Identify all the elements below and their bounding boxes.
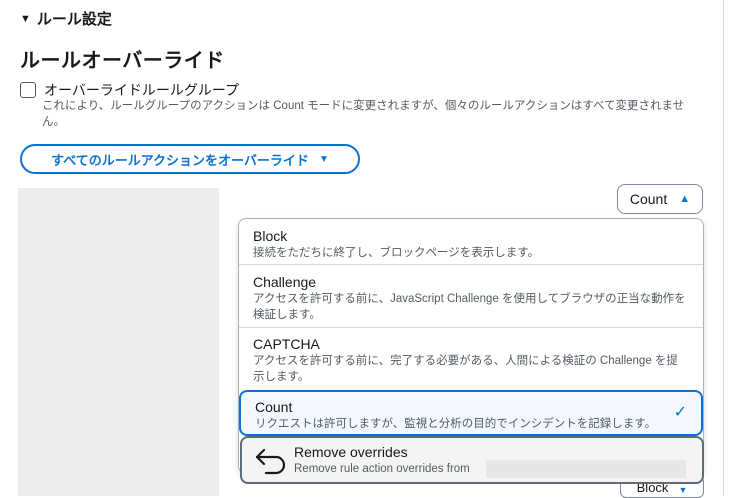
section-title: ルール設定 — [36, 11, 112, 28]
triangle-down-icon: ▼ — [318, 153, 329, 165]
option-description: リクエストは許可しますが、監視と分析の目的でインシデントを記録します。 — [255, 418, 657, 430]
action-select[interactable]: Count ▲ — [617, 184, 703, 214]
option-description: 接続をただちに終了し、ブロックページを表示します。 — [253, 247, 540, 259]
override-rule-group-checkbox[interactable] — [20, 82, 36, 98]
option-block[interactable]: Block 接続をただちに終了し、ブロックページを表示します。 — [239, 227, 703, 261]
option-challenge[interactable]: Challenge アクセスを許可する前に、JavaScript Challen… — [239, 273, 703, 323]
remove-overrides-label: Remove overrides — [294, 444, 408, 460]
triangle-up-icon: ▲ — [679, 193, 691, 205]
panel-border — [723, 0, 724, 496]
override-all-actions-label: すべてのルールアクションをオーバーライド — [51, 152, 309, 168]
checkbox-description: これにより、ルールグループのアクションは Count モードに変更されますが、個… — [42, 100, 685, 128]
option-label: Challenge — [253, 274, 317, 290]
divider — [239, 327, 703, 328]
remove-overrides-option[interactable]: Remove overrides Remove rule action over… — [240, 436, 704, 484]
option-description: アクセスを許可する前に、JavaScript Challenge を使用してブラ… — [253, 293, 686, 321]
triangle-down-icon: ▼ — [678, 485, 688, 495]
caret-down-icon: ▼ — [20, 12, 31, 25]
checkmark-icon: ✓ — [673, 404, 687, 421]
override-all-actions-button[interactable]: すべてのルールアクションをオーバーライド ▼ — [20, 144, 360, 174]
option-label: Count — [255, 399, 293, 415]
section-header[interactable]: ▼ ルール設定 — [20, 8, 112, 29]
rule-list-placeholder — [18, 188, 219, 496]
page-title: ルールオーバーライド — [20, 50, 225, 72]
option-label: Block — [253, 228, 288, 244]
override-rule-group-checkbox-row[interactable]: オーバーライドルールグループ — [20, 80, 239, 100]
option-description: アクセスを許可する前に、完了する必要がある、人間による検証の Challenge… — [253, 355, 678, 383]
option-captcha[interactable]: CAPTCHA アクセスを許可する前に、完了する必要がある、人間による検証の C… — [239, 335, 703, 385]
divider — [239, 264, 703, 265]
option-label: CAPTCHA — [253, 336, 320, 352]
redacted-rule-group-name — [486, 460, 686, 478]
undo-icon — [255, 448, 286, 475]
option-count[interactable]: Count リクエストは許可しますが、監視と分析の目的でインシデントを記録します… — [239, 390, 703, 436]
action-select-value: Count — [629, 191, 668, 207]
checkbox-label: オーバーライドルールグループ — [44, 82, 240, 98]
remove-overrides-description: Remove rule action overrides from — [294, 463, 470, 475]
